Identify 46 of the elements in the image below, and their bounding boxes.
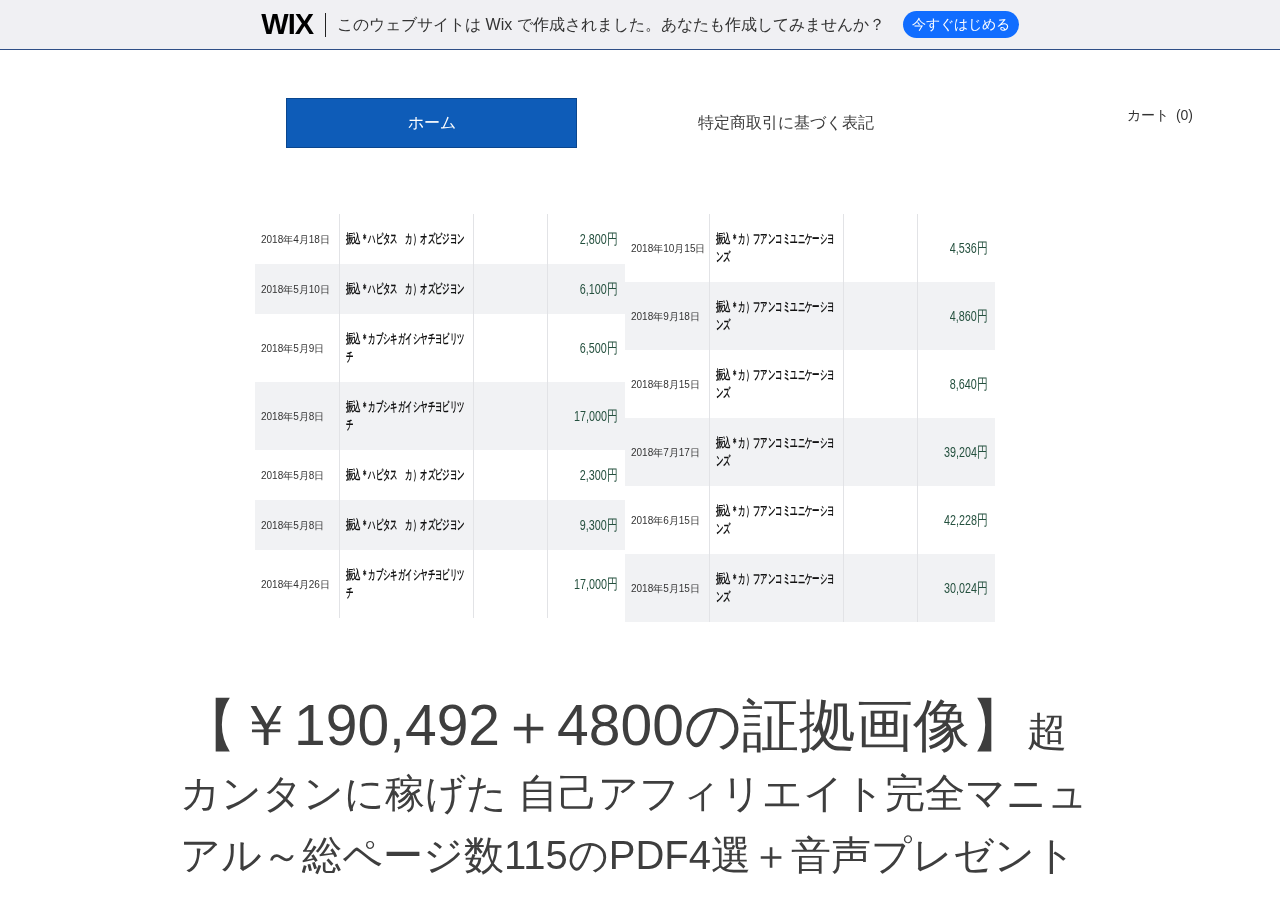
transaction-amount: 2,300円 [580,464,618,485]
transaction-amount: 4,860円 [950,305,988,326]
payee-name: 振込＊カ）フアンコミユニケーシヨンズ [716,230,836,266]
payee-name: 振込＊カブシキガイシヤチヨビリツチ [346,398,466,434]
transaction-amount: 4,536円 [950,237,988,258]
nav-tab[interactable]: 特定商取引に基づく表記 [577,98,995,148]
payee-name: 振込＊カ）フアンコミユニケーシヨンズ [716,366,836,402]
transaction-amount: 8,640円 [950,373,988,394]
transaction-date: 2018年6月15日 [631,513,700,528]
transaction-date: 2018年8月15日 [631,377,700,392]
transaction-amount: 30,024円 [944,577,988,598]
logo: WIX [261,10,314,39]
transaction-date: 2018年5月9日 [261,341,325,356]
transaction-amount: 6,100円 [580,278,618,299]
transaction-amount: 42,228円 [944,509,988,530]
payee-name: 振込＊ハピタス カ）オズビジヨン [346,466,466,484]
transaction-date: 2018年4月18日 [261,232,330,247]
banner-message: このウェブサイトは Wix で作成されました。あなたも作成してみませんか？ [337,14,885,35]
transaction-date: 2018年5月10日 [261,282,330,297]
transaction-date: 2018年7月17日 [631,445,700,460]
start-now-button[interactable]: 今すぐはじめる [902,11,1019,38]
transaction-amount: 17,000円 [574,405,618,426]
payee-name: 振込＊カ）フアンコミユニケーシヨンズ [716,570,836,606]
transaction-date: 2018年5月8日 [261,468,325,483]
transaction-date: 2018年5月8日 [261,409,325,424]
transaction-amount: 9,300円 [580,514,618,535]
transaction-amount: 39,204円 [944,441,988,462]
payee-name: 振込＊カブシキガイシヤチヨビリツチ [346,330,466,366]
transaction-amount: 6,500円 [580,337,618,358]
transaction-date: 2018年5月8日 [261,518,325,533]
nav-tab[interactable]: ホーム [286,98,577,148]
payee-name: 振込＊カブシキガイシヤチヨビリツチ [346,566,466,602]
payee-name: 振込＊ハピタス カ）オズビジヨン [346,230,466,248]
transaction-date: 2018年4月26日 [261,577,330,592]
transaction-date: 2018年9月18日 [631,309,700,324]
payee-name: 振込＊カ）フアンコミユニケーシヨンズ [716,502,836,538]
payee-name: 振込＊カ）フアンコミユニケーシヨンズ [716,434,836,470]
transaction-amount: 2,800円 [580,228,618,249]
transaction-amount: 17,000円 [574,573,618,594]
payee-name: 振込＊ハピタス カ）オズビジヨン [346,280,466,298]
cart-link[interactable]: カート (0) [1126,105,1193,125]
payee-name: 振込＊カ）フアンコミユニケーシヨンズ [716,298,836,334]
payee-name: 振込＊ハピタス カ）オズビジヨン [346,516,466,534]
transaction-date: 2018年5月15日 [631,581,700,596]
product-title: 【￥190,492＋4800の証拠画像】超カンタンに稼げた 自己アフィリエイト完全マニュアル～総ページ数115のPDF4選＋音声プレゼント [180,694,1090,879]
transaction-date: 2018年10月15日 [631,241,706,256]
